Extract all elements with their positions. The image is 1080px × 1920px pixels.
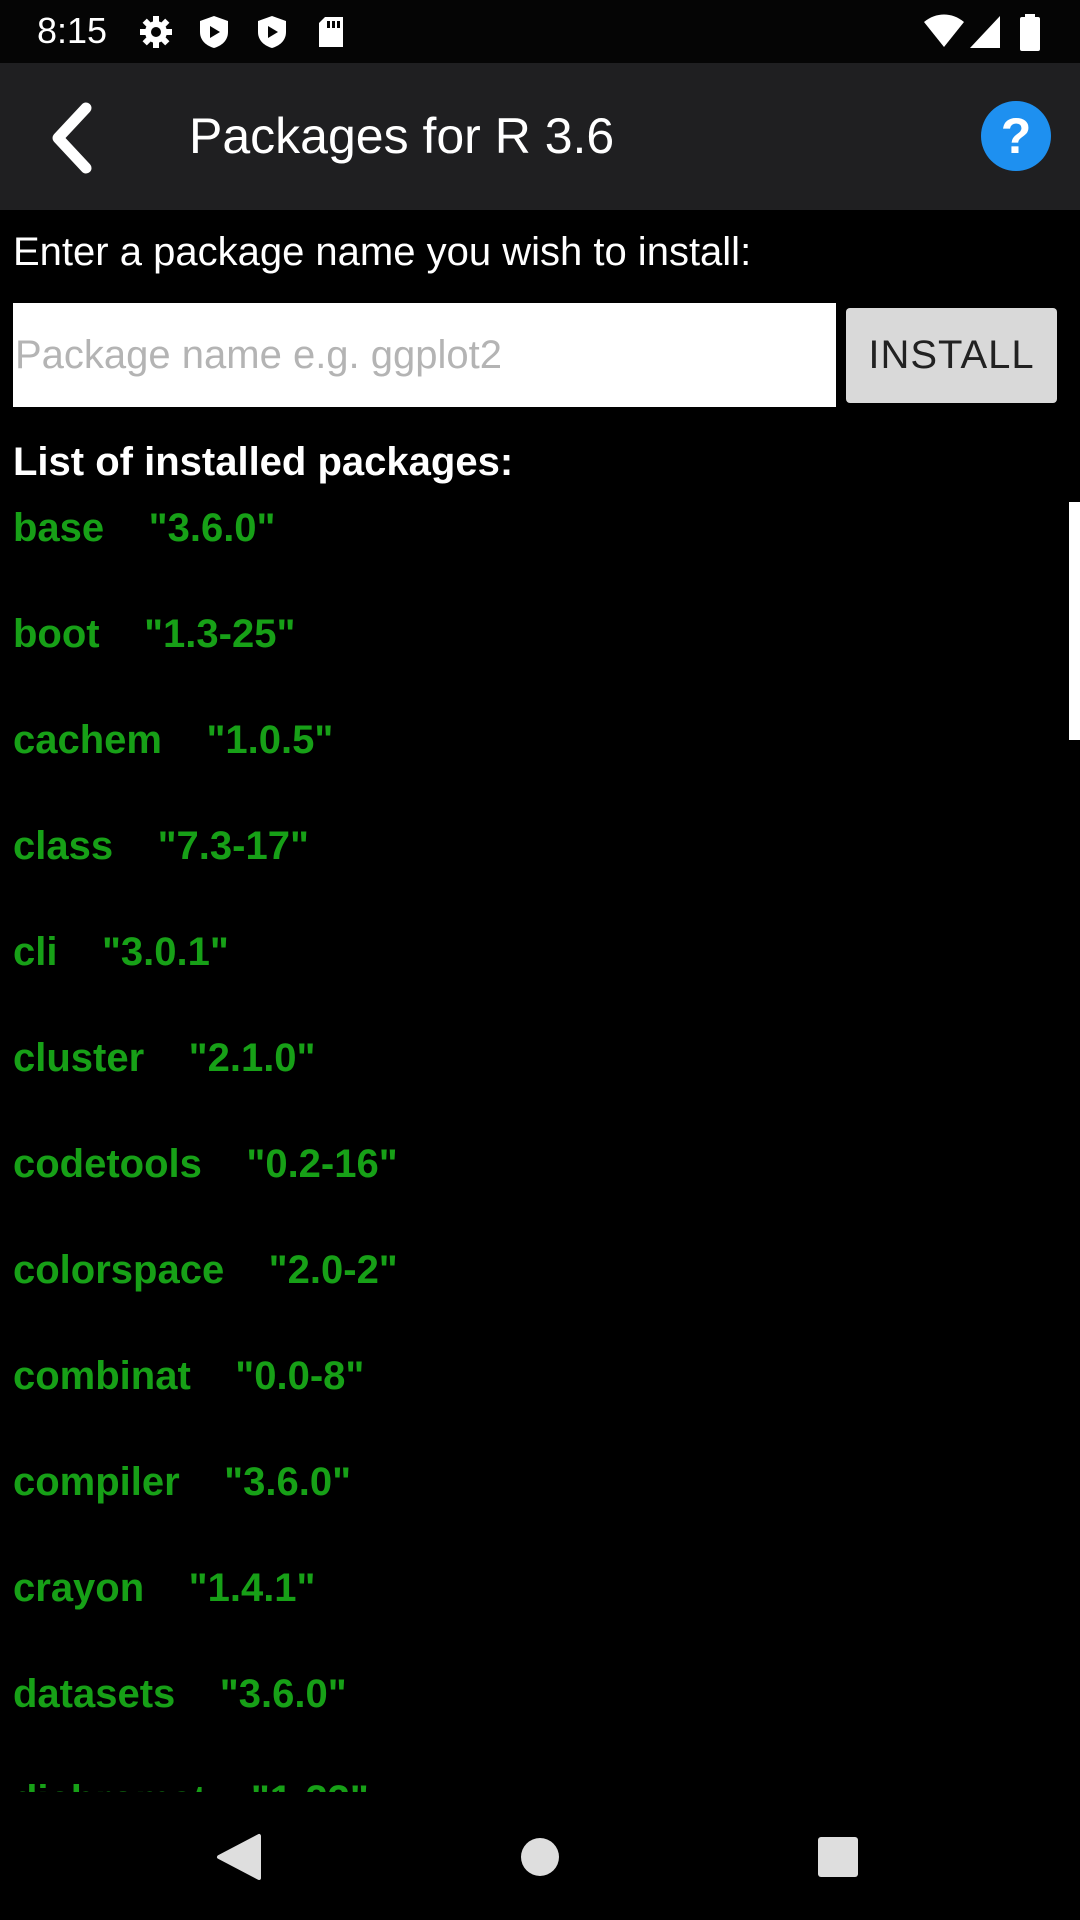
package-name: cluster	[13, 1036, 145, 1080]
app-bar: Packages for R 3.6 ?	[0, 63, 1080, 210]
help-button[interactable]: ?	[981, 101, 1051, 171]
package-version: "2.0-2"	[268, 1248, 398, 1292]
shield-icon	[196, 14, 232, 50]
package-version: "3.0.1"	[101, 930, 229, 974]
status-time: 8:15	[37, 10, 108, 51]
installed-list-heading: List of installed packages:	[13, 440, 514, 484]
package-row[interactable]: cachem "1.0.5"	[13, 718, 333, 778]
signal-icon	[968, 14, 1004, 50]
installed-package-list[interactable]: base "3.6.0" boot "1.3-25" cachem "1.0.5…	[0, 500, 1080, 1792]
help-icon: ?	[1000, 108, 1032, 164]
nav-home-button[interactable]	[505, 1822, 575, 1892]
install-prompt-label: Enter a package name you wish to install…	[13, 230, 752, 274]
package-version: "1.3-25"	[144, 612, 296, 656]
home-circle-icon	[505, 1838, 575, 1896]
package-row[interactable]: combinat "0.0-8"	[13, 1354, 364, 1414]
package-row[interactable]: boot "1.3-25"	[13, 612, 295, 672]
page-title: Packages for R 3.6	[189, 108, 615, 164]
package-name: class	[13, 824, 114, 868]
package-row[interactable]: cluster "2.1.0"	[13, 1036, 316, 1096]
sd-card-icon	[313, 14, 349, 50]
package-row[interactable]: base "3.6.0"	[13, 506, 276, 566]
package-version: "0.0-8"	[235, 1354, 365, 1398]
battery-icon	[1018, 14, 1042, 51]
package-name: boot	[13, 612, 100, 656]
package-name: crayon	[13, 1566, 145, 1610]
nav-recents-button[interactable]	[803, 1822, 873, 1892]
wifi-icon	[922, 14, 966, 50]
status-bar: 8:15	[0, 0, 1080, 63]
package-name: cachem	[13, 718, 162, 762]
package-version: "1-23"	[251, 1778, 369, 1792]
package-name: cli	[13, 930, 58, 974]
back-button[interactable]	[40, 98, 110, 178]
package-row[interactable]: crayon "1.4.1"	[13, 1566, 316, 1626]
package-version: "1.0.5"	[206, 718, 334, 762]
package-row[interactable]: compiler "3.6.0"	[13, 1460, 351, 1520]
package-row[interactable]: codetools "0.2-16"	[13, 1142, 398, 1202]
package-name: codetools	[13, 1142, 202, 1186]
install-button[interactable]: INSTALL	[846, 308, 1057, 403]
package-version: "3.6.0"	[148, 506, 276, 550]
package-row[interactable]: class "7.3-17"	[13, 824, 309, 884]
package-version: "2.1.0"	[188, 1036, 316, 1080]
nav-back-button[interactable]	[205, 1822, 275, 1892]
package-name: dichromat	[13, 1778, 206, 1792]
gear-icon	[138, 14, 174, 50]
package-row[interactable]: cli "3.0.1"	[13, 930, 229, 990]
shield-icon	[254, 14, 290, 50]
package-version: "7.3-17"	[157, 824, 309, 868]
package-row[interactable]: dichromat "1-23"	[13, 1778, 369, 1792]
system-nav-bar	[0, 1792, 1080, 1920]
package-row[interactable]: datasets "3.6.0"	[13, 1672, 347, 1732]
recents-square-icon	[803, 1837, 873, 1896]
chevron-left-icon	[40, 102, 110, 182]
package-version: "1.4.1"	[188, 1566, 316, 1610]
package-name: colorspace	[13, 1248, 225, 1292]
scrollbar-thumb[interactable]	[1069, 502, 1080, 740]
package-version: "3.6.0"	[219, 1672, 347, 1716]
package-name: compiler	[13, 1460, 180, 1504]
package-name: base	[13, 506, 105, 550]
package-name: combinat	[13, 1354, 191, 1398]
package-version: "0.2-16"	[246, 1142, 398, 1186]
package-version: "3.6.0"	[224, 1460, 352, 1504]
package-row[interactable]: colorspace "2.0-2"	[13, 1248, 398, 1308]
back-triangle-icon	[205, 1834, 275, 1896]
package-name-input[interactable]	[13, 303, 836, 407]
package-name: datasets	[13, 1672, 176, 1716]
